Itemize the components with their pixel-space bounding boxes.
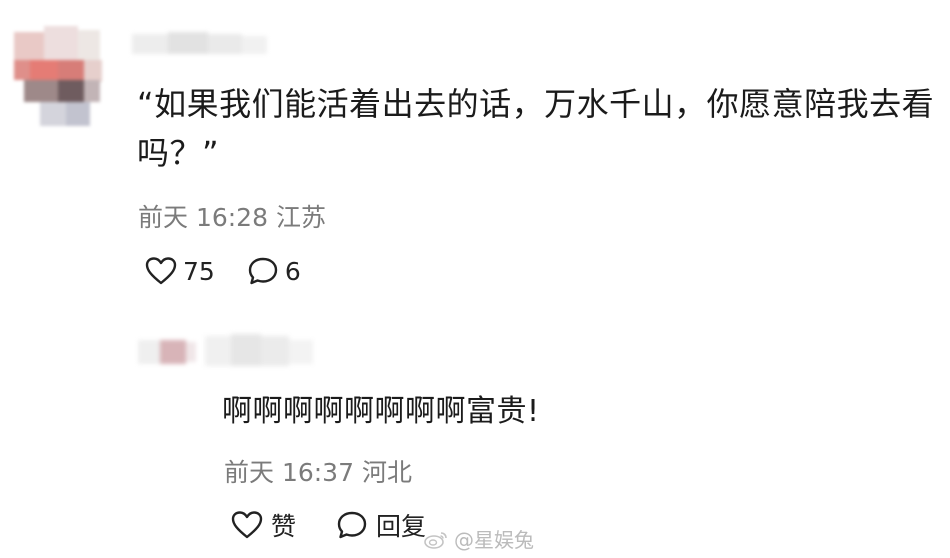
reply-time: 前天 16:37 [224,458,354,487]
watermark: @星娱兔 [424,524,534,553]
reply-count-button[interactable]: 6 [247,256,301,286]
comment-time: 前天 16:28 [138,203,268,232]
heart-outline-icon [145,256,177,286]
like-count: 75 [183,256,215,286]
speech-bubble-icon [247,256,279,286]
comment-location: 江苏 [275,203,326,232]
comment-actions: 75 6 [145,253,301,289]
reply-reply-label: 回复 [376,512,427,541]
speech-bubble-icon [336,510,368,540]
reply-author-avatar[interactable] [138,332,198,372]
comment-meta: 前天 16:28 江苏 [138,198,326,234]
reply-location: 河北 [361,458,412,487]
reply-actions: 赞 回复 [231,507,426,543]
watermark-text: @星娱兔 [454,528,534,552]
reply-meta: 前天 16:37 河北 [224,453,412,489]
reply-like-button[interactable]: 赞 [231,507,296,543]
weibo-logo-icon [424,530,448,549]
comment-author-name[interactable] [132,30,267,60]
reply-count: 6 [284,256,301,286]
reply-reply-button[interactable]: 回复 [336,507,426,543]
comment-author-avatar[interactable] [4,22,106,132]
heart-outline-icon [231,510,263,540]
comment-text: “如果我们能活着出去的话，万水千山，你愿意陪我去看吗？” [137,85,935,172]
reply-author-name[interactable] [205,330,315,370]
reply-like-label: 赞 [271,512,297,541]
like-button[interactable]: 75 [145,256,215,286]
reply-text: 啊啊啊啊啊啊啊啊富贵! [222,394,540,429]
